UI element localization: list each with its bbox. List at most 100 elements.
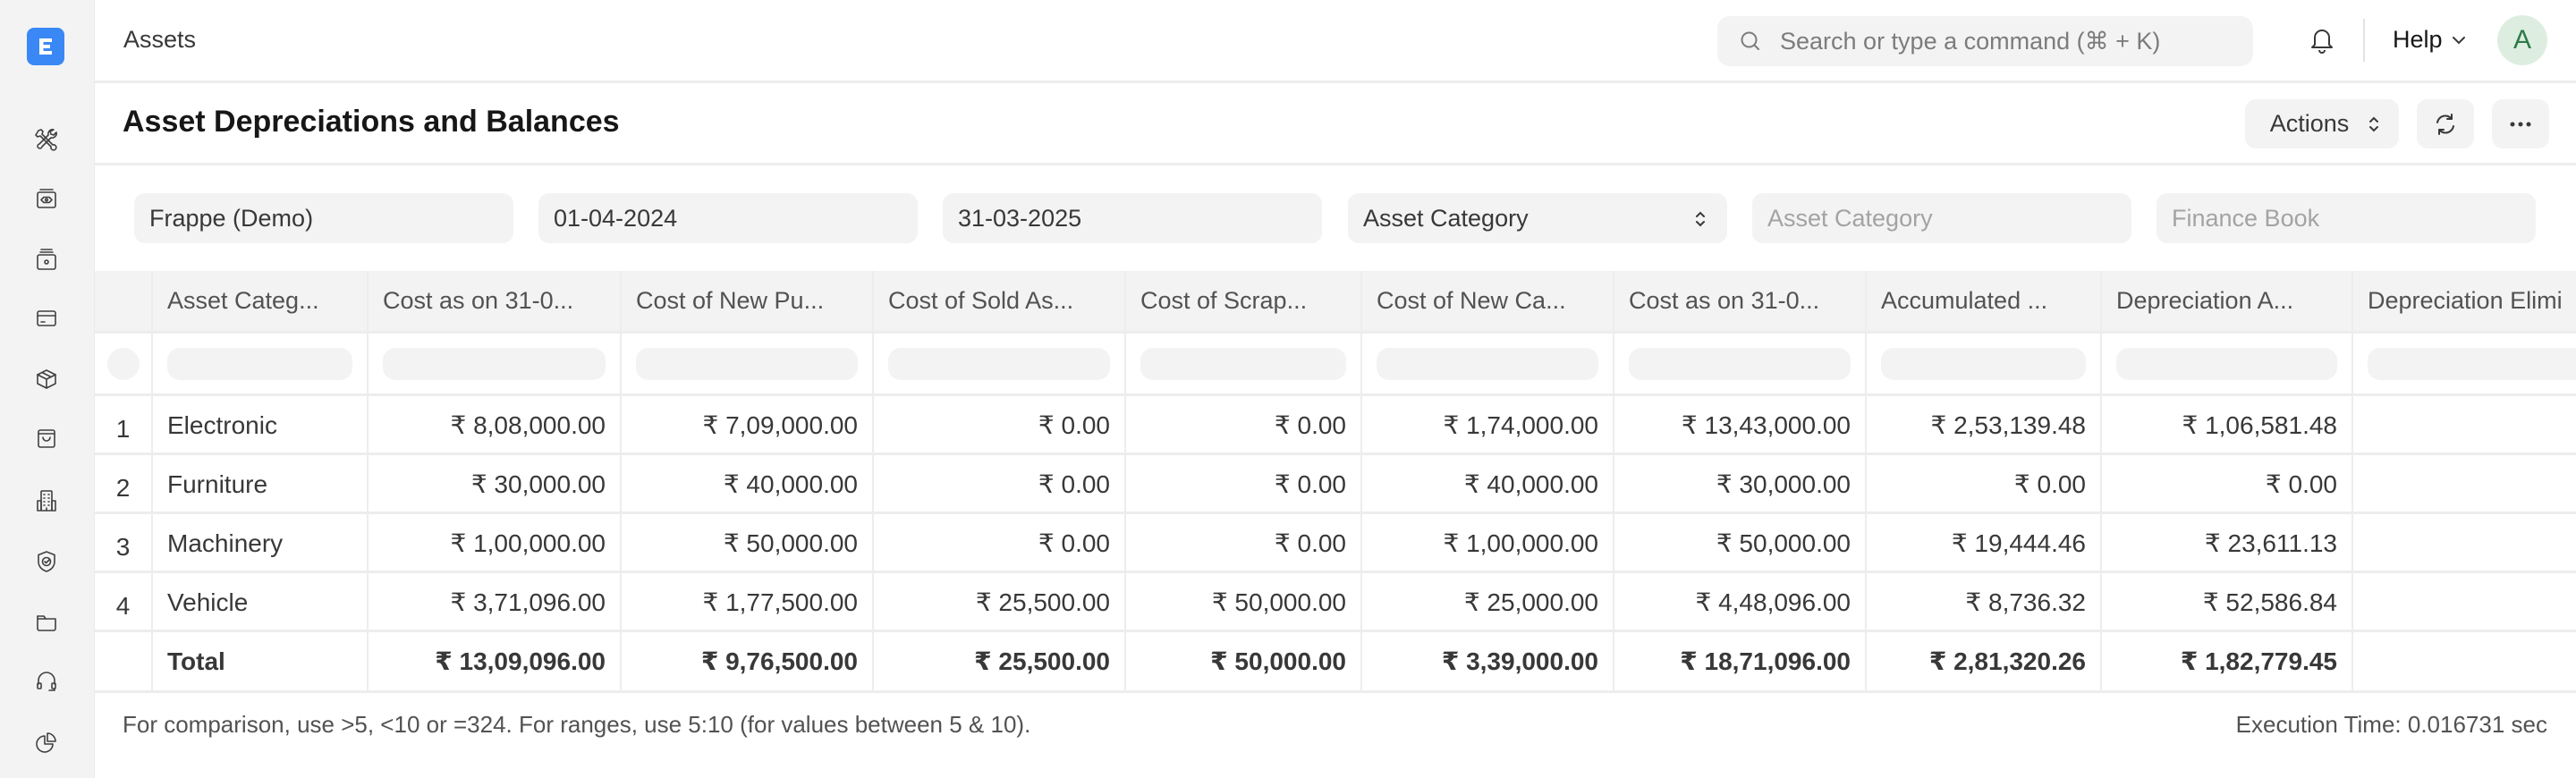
- asset-category-cell[interactable]: Furniture: [153, 455, 369, 512]
- asset-category-cell[interactable]: Total: [153, 632, 369, 690]
- pie-chart-icon[interactable]: [33, 729, 60, 756]
- user-avatar[interactable]: A: [2497, 15, 2547, 65]
- amount-cell[interactable]: ₹ 8,736.32: [1867, 573, 2102, 630]
- amount-cell[interactable]: ₹ 8,08,000.00: [369, 396, 622, 452]
- column-filter-input[interactable]: [2368, 348, 2576, 380]
- column-header[interactable]: Cost as on 31-0...: [369, 271, 622, 331]
- refresh-button[interactable]: [2417, 99, 2474, 148]
- from-date-filter[interactable]: [538, 193, 918, 243]
- search-input[interactable]: [1780, 16, 2236, 66]
- column-filter-input[interactable]: [1140, 348, 1346, 380]
- column-filter-input[interactable]: [1377, 348, 1598, 380]
- amount-cell[interactable]: ₹ 30,000.00: [1614, 455, 1867, 512]
- amount-cell[interactable]: ₹ 2,53,139.48: [1867, 396, 2102, 452]
- safe-icon[interactable]: [33, 246, 60, 273]
- column-filter-input[interactable]: [383, 348, 606, 380]
- table-row[interactable]: 3 Machinery ₹ 1,00,000.00 ₹ 50,000.00 ₹ 0.00…: [95, 514, 2576, 573]
- amount-cell[interactable]: ₹ 2,81,320.26: [1867, 632, 2102, 690]
- table-row[interactable]: 2 Furniture ₹ 30,000.00 ₹ 40,000.00 ₹ 0.00 ₹ …: [95, 455, 2576, 514]
- column-header[interactable]: Cost of Sold As...: [874, 271, 1126, 331]
- amount-cell[interactable]: ₹ 30,000.00: [369, 455, 622, 512]
- amount-cell[interactable]: ₹ 0.00: [874, 455, 1126, 512]
- asset-category-cell[interactable]: Machinery: [153, 514, 369, 571]
- amount-cell[interactable]: ₹ 40,000.00: [1362, 455, 1614, 512]
- table-total-row[interactable]: Total ₹ 13,09,096.00 ₹ 9,76,500.00 ₹ 25,500…: [95, 632, 2576, 690]
- amount-cell[interactable]: ₹ 13,43,000.00: [1614, 396, 1867, 452]
- column-header[interactable]: Depreciation A...: [2102, 271, 2353, 331]
- amount-cell[interactable]: ₹ 23,611.13: [2102, 514, 2353, 571]
- amount-cell[interactable]: [2353, 455, 2576, 512]
- headset-icon[interactable]: [33, 668, 60, 695]
- amount-cell[interactable]: ₹ 18,71,096.00: [1614, 632, 1867, 690]
- amount-cell[interactable]: ₹ 25,000.00: [1362, 573, 1614, 630]
- amount-cell[interactable]: ₹ 50,000.00: [622, 514, 874, 571]
- column-header[interactable]: Cost of New Ca...: [1362, 271, 1614, 331]
- amount-cell[interactable]: ₹ 1,74,000.00: [1362, 396, 1614, 452]
- column-header[interactable]: Accumulated ...: [1867, 271, 2102, 331]
- asset-category-cell[interactable]: Vehicle: [153, 573, 369, 630]
- amount-cell[interactable]: ₹ 0.00: [1126, 396, 1362, 452]
- column-filter-input[interactable]: [2116, 348, 2337, 380]
- amount-cell[interactable]: ₹ 0.00: [1126, 455, 1362, 512]
- actions-button[interactable]: Actions: [2245, 99, 2399, 148]
- box-icon[interactable]: [33, 366, 60, 393]
- cash-register-icon[interactable]: [33, 185, 60, 212]
- amount-cell[interactable]: [2353, 396, 2576, 452]
- amount-cell[interactable]: [2353, 514, 2576, 571]
- credit-card-icon[interactable]: [33, 305, 60, 332]
- notifications-bell-icon[interactable]: [2308, 25, 2336, 55]
- finance-book-input[interactable]: [2172, 204, 2536, 233]
- amount-cell[interactable]: ₹ 52,586.84: [2102, 573, 2353, 630]
- to-date-filter[interactable]: [943, 193, 1322, 243]
- amount-cell[interactable]: ₹ 0.00: [1126, 514, 1362, 571]
- to-date-input[interactable]: [958, 204, 1322, 233]
- column-header[interactable]: Cost of New Pu...: [622, 271, 874, 331]
- amount-cell[interactable]: ₹ 50,000.00: [1126, 573, 1362, 630]
- amount-cell[interactable]: ₹ 13,09,096.00: [369, 632, 622, 690]
- amount-cell[interactable]: ₹ 1,00,000.00: [1362, 514, 1614, 571]
- asset-category-input[interactable]: [1767, 204, 2131, 233]
- amount-cell[interactable]: ₹ 25,500.00: [874, 632, 1126, 690]
- amount-cell[interactable]: ₹ 7,09,000.00: [622, 396, 874, 452]
- column-header[interactable]: Cost of Scrap...: [1126, 271, 1362, 331]
- amount-cell[interactable]: ₹ 4,48,096.00: [1614, 573, 1867, 630]
- amount-cell[interactable]: ₹ 1,82,779.45: [2102, 632, 2353, 690]
- amount-cell[interactable]: ₹ 1,00,000.00: [369, 514, 622, 571]
- shield-check-icon[interactable]: [33, 548, 60, 575]
- amount-cell[interactable]: ₹ 3,39,000.00: [1362, 632, 1614, 690]
- search-bar[interactable]: [1717, 16, 2253, 66]
- amount-cell[interactable]: [2353, 573, 2576, 630]
- table-row[interactable]: 1 Electronic ₹ 8,08,000.00 ₹ 7,09,000.00 ₹ 0…: [95, 396, 2576, 455]
- amount-cell[interactable]: ₹ 0.00: [1867, 455, 2102, 512]
- more-options-button[interactable]: [2492, 99, 2549, 148]
- column-filter-input[interactable]: [1881, 348, 2086, 380]
- column-filter-input[interactable]: [107, 348, 140, 380]
- column-filter-input[interactable]: [1629, 348, 1851, 380]
- column-header[interactable]: Asset Categ...: [153, 271, 369, 331]
- help-dropdown[interactable]: Help: [2393, 26, 2466, 54]
- company-filter[interactable]: [134, 193, 513, 243]
- breadcrumb-assets[interactable]: Assets: [123, 26, 196, 54]
- column-filter-input[interactable]: [888, 348, 1110, 380]
- table-row[interactable]: 4 Vehicle ₹ 3,71,096.00 ₹ 1,77,500.00 ₹ 25,5…: [95, 573, 2576, 632]
- amount-cell[interactable]: ₹ 50,000.00: [1126, 632, 1362, 690]
- column-header[interactable]: Depreciation Elimi: [2353, 271, 2576, 331]
- amount-cell[interactable]: ₹ 0.00: [874, 514, 1126, 571]
- group-by-select[interactable]: Asset Category: [1348, 193, 1727, 243]
- building-icon[interactable]: [33, 487, 60, 514]
- finance-book-filter[interactable]: [2157, 193, 2536, 243]
- folder-icon[interactable]: [33, 608, 60, 635]
- company-input[interactable]: [149, 204, 513, 233]
- from-date-input[interactable]: [554, 204, 918, 233]
- amount-cell[interactable]: ₹ 0.00: [2102, 455, 2353, 512]
- shopping-bag-icon[interactable]: [33, 425, 60, 452]
- tools-icon[interactable]: [33, 125, 60, 152]
- amount-cell[interactable]: ₹ 9,76,500.00: [622, 632, 874, 690]
- amount-cell[interactable]: ₹ 19,444.46: [1867, 514, 2102, 571]
- column-header[interactable]: Cost as on 31-0...: [1614, 271, 1867, 331]
- amount-cell[interactable]: ₹ 40,000.00: [622, 455, 874, 512]
- asset-category-cell[interactable]: Electronic: [153, 396, 369, 452]
- amount-cell[interactable]: ₹ 1,06,581.48: [2102, 396, 2353, 452]
- amount-cell[interactable]: ₹ 50,000.00: [1614, 514, 1867, 571]
- amount-cell[interactable]: ₹ 0.00: [874, 396, 1126, 452]
